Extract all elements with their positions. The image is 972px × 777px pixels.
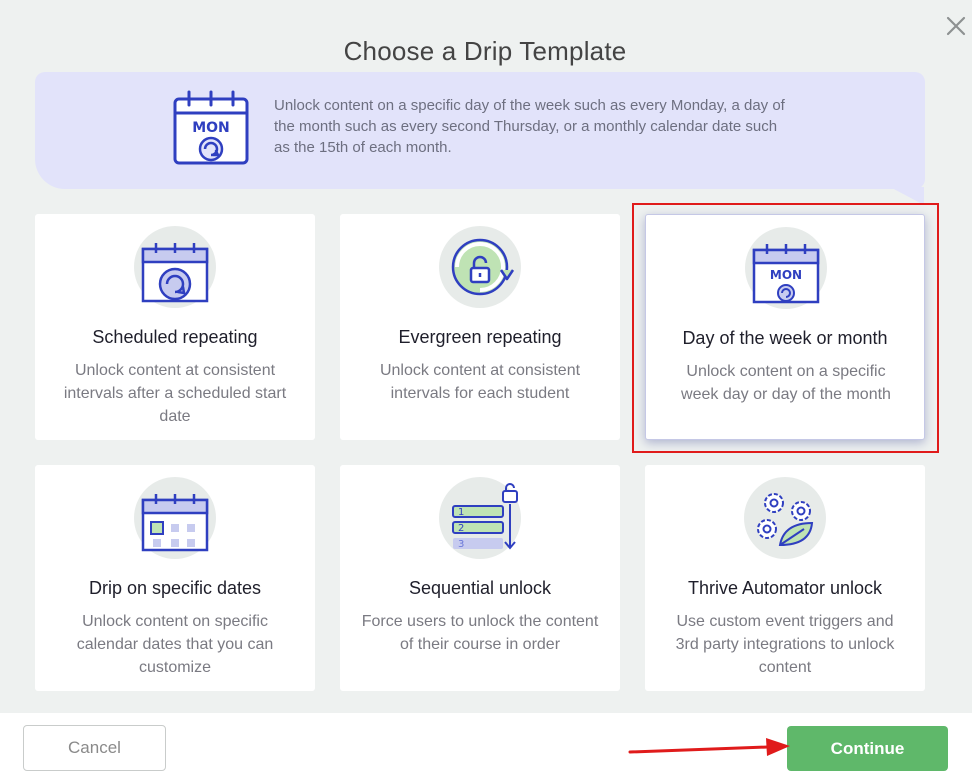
banner-pointer <box>890 187 924 205</box>
template-card-thrive-automator-unlock[interactable]: Thrive Automator unlock Use custom event… <box>645 465 925 691</box>
card-icon-label: MON <box>770 268 802 282</box>
info-banner: MON Unlock content on a specific day of … <box>35 72 925 189</box>
card-title: Drip on specific dates <box>88 578 262 598</box>
card-description: Unlock content at consistent intervals f… <box>379 362 581 402</box>
calendar-dates-icon <box>141 494 209 552</box>
template-card-sequential-unlock[interactable]: 1 2 3 Sequential unlock Force users to u… <box>340 465 620 691</box>
card-icon-circle <box>134 477 216 559</box>
close-icon <box>946 16 966 36</box>
dialog-title: Choose a Drip Template <box>343 36 627 66</box>
card-title: Day of the week or month <box>682 328 888 348</box>
close-button[interactable] <box>944 14 968 38</box>
list-number-2: 2 <box>458 523 464 534</box>
card-description: Use custom event triggers and 3rd party … <box>675 613 895 676</box>
template-card-day-of-week-or-month[interactable]: MON Day of the week or month Unlock cont… <box>645 214 925 440</box>
card-icon-circle <box>744 477 826 559</box>
template-card-evergreen-repeating[interactable]: Evergreen repeating Unlock content at co… <box>340 214 620 440</box>
banner-text: Unlock content on a specific day of the … <box>274 97 785 156</box>
cancel-button[interactable]: Cancel <box>23 725 166 771</box>
card-title: Evergreen repeating <box>398 327 562 347</box>
card-description: Unlock content on specific calendar date… <box>76 613 274 676</box>
list-number-3: 3 <box>458 539 464 550</box>
card-title: Scheduled repeating <box>92 327 258 347</box>
dialog-footer: Cancel Continue <box>0 713 972 777</box>
padlock-cycle-icon <box>451 238 515 296</box>
list-number-1: 1 <box>458 507 464 518</box>
card-icon-circle <box>134 226 216 308</box>
card-title: Thrive Automator unlock <box>687 578 883 598</box>
card-description: Unlock content on a specific week day or… <box>681 363 891 403</box>
calendar-mon-icon: MON <box>752 244 820 304</box>
card-icon-circle <box>439 226 521 308</box>
card-title: Sequential unlock <box>408 578 552 598</box>
numbered-list-lock-icon: 1 2 3 <box>452 483 518 550</box>
card-icon-circle: MON <box>745 227 827 309</box>
gears-leaf-icon <box>757 493 814 547</box>
template-card-drip-on-specific-dates[interactable]: Drip on specific dates Unlock content on… <box>35 465 315 691</box>
red-arrow-annotation <box>628 738 790 756</box>
card-description: Force users to unlock the content of the… <box>361 613 599 653</box>
banner-icon-label: MON <box>192 120 230 136</box>
card-icon-circle: 1 2 3 <box>439 477 521 559</box>
calendar-repeat-icon <box>141 243 209 303</box>
calendar-mon-icon: MON <box>173 90 249 165</box>
card-description: Unlock content at consistent intervals a… <box>63 362 287 425</box>
template-card-scheduled-repeating[interactable]: Scheduled repeating Unlock content at co… <box>35 214 315 440</box>
continue-button[interactable]: Continue <box>787 726 948 771</box>
